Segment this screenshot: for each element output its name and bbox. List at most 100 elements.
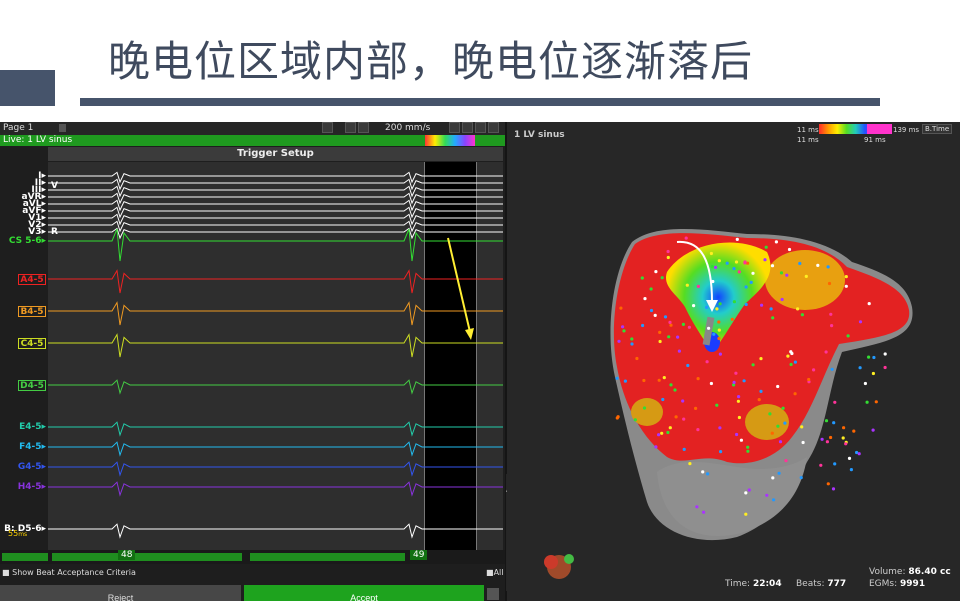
map-point [694, 406, 698, 410]
map-point [858, 366, 862, 370]
channel-label-c4-5[interactable]: C4-5 [18, 338, 46, 349]
channel-label-d4-5[interactable]: D4-5 [18, 380, 46, 391]
map-point [649, 287, 653, 291]
map-point [820, 437, 824, 441]
map-point [744, 491, 748, 495]
map-point [744, 285, 748, 289]
map-point [746, 449, 750, 453]
map-point [718, 302, 722, 306]
map-point [616, 415, 620, 419]
map-point [710, 265, 714, 269]
map-point [641, 323, 645, 328]
extra-icon[interactable] [487, 588, 499, 600]
map-point [709, 251, 713, 256]
map-point [735, 432, 739, 437]
map-point [696, 284, 700, 288]
map-point [623, 379, 627, 383]
trace-g4-5 [48, 461, 503, 477]
map-point [798, 261, 802, 266]
trace-c4-5 [48, 333, 503, 358]
map-point [844, 442, 848, 446]
map-point [774, 240, 778, 244]
map-point [719, 450, 723, 454]
map-point [709, 381, 713, 386]
trace-v1 [48, 213, 503, 226]
map-point [666, 255, 670, 260]
map-point [793, 392, 797, 396]
map-point [702, 510, 706, 514]
map-point [667, 335, 671, 339]
channel-label-f4-5[interactable]: F4-5▸ [0, 442, 46, 452]
map-point [657, 378, 661, 382]
channel-label-g4-5[interactable]: G4-5▸ [0, 462, 46, 472]
map-point [658, 339, 662, 344]
map-point [674, 415, 678, 419]
beat-number-48[interactable]: 48 [118, 550, 136, 560]
accept-button[interactable]: Accept [244, 585, 484, 601]
beats-stat: Beats: 777 [796, 579, 846, 589]
map-point [705, 305, 709, 309]
map-point [663, 315, 668, 319]
map-point [718, 426, 722, 430]
map-point [812, 368, 816, 372]
map-point [777, 471, 781, 475]
channel-label-h4-5[interactable]: H4-5▸ [0, 482, 46, 492]
map-point [747, 488, 751, 492]
map-point [687, 325, 691, 329]
map-point [847, 456, 852, 460]
map-point [844, 284, 848, 288]
map-point [749, 280, 753, 284]
map-point [717, 320, 721, 324]
map-point [654, 270, 658, 274]
map-point [759, 357, 763, 361]
channel-label-cs-5-6[interactable]: CS 5-6▸ [0, 236, 46, 246]
map-point [764, 245, 768, 249]
map-point [692, 304, 696, 308]
map-point [784, 459, 788, 463]
map-point [865, 400, 869, 404]
title-underline [80, 98, 880, 106]
map-point [662, 376, 666, 380]
map-point [717, 336, 721, 341]
trace-d4-5 [48, 379, 503, 395]
map-point [770, 264, 775, 268]
channel-label-a4-5[interactable]: A4-5 [18, 274, 46, 285]
egms-stat: EGMs: 9991 [869, 579, 925, 589]
map-point [883, 352, 887, 356]
beat-strip[interactable]: 48 49 [0, 550, 505, 564]
trace-avl [48, 199, 503, 212]
map-point [883, 365, 887, 370]
map-point [666, 430, 670, 435]
map-point [769, 307, 773, 311]
reject-button[interactable]: Reject [0, 585, 241, 601]
show-beat-label: Show Beat Acceptance Criteria [12, 568, 136, 577]
show-beat-criteria-checkbox[interactable]: ■ Show Beat Acceptance Criteria [2, 568, 136, 577]
beat-segment [52, 553, 242, 561]
map-point [657, 433, 661, 437]
map-panel[interactable]: 1 LV sinus 11 ms 139 ms 11 ms 91 ms B.Ti… [507, 122, 960, 601]
beat-number-49[interactable]: 49 [410, 550, 428, 560]
map-point [681, 322, 685, 326]
map-point [696, 428, 700, 432]
orientation-icon[interactable] [544, 554, 574, 579]
channel-label-b4-5[interactable]: B4-5 [18, 306, 46, 317]
timing-arrow-head [465, 328, 474, 340]
time-label: Time: [725, 579, 751, 589]
map-point [654, 445, 658, 449]
map-point [807, 377, 811, 382]
map-point [789, 362, 793, 367]
map-point [825, 440, 829, 444]
map-point [617, 339, 621, 343]
map-point [684, 236, 688, 240]
map-point [787, 247, 792, 252]
bd-ms-value: 55ms [8, 529, 27, 538]
map-point [751, 363, 755, 367]
channel-label-e4-5[interactable]: E4-5▸ [0, 422, 46, 432]
map-point [867, 302, 871, 306]
map-point [735, 237, 739, 241]
lv-activation-map[interactable] [507, 122, 960, 601]
map-point [730, 317, 734, 321]
map-point [635, 356, 639, 361]
map-point [799, 476, 803, 480]
all-checkbox[interactable]: ■All [486, 568, 503, 577]
